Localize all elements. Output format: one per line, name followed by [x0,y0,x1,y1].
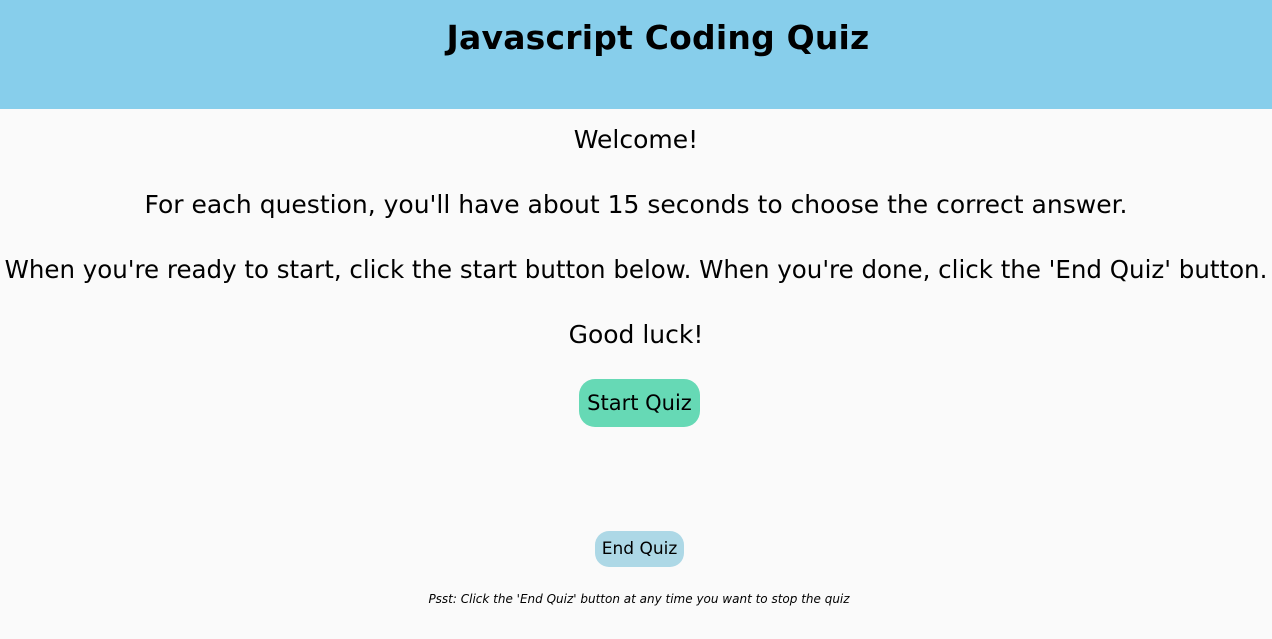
start-instructions-text: When you're ready to start, click the st… [4,255,1268,284]
start-quiz-button[interactable]: Start Quiz [579,379,700,427]
page-title: Javascript Coding Quiz [446,18,870,57]
end-quiz-button[interactable]: End Quiz [595,531,684,567]
welcome-text: Welcome! [573,125,699,154]
instructions-text: For each question, you'll have about 15 … [144,190,1128,219]
good-luck-text: Good luck! [568,320,704,349]
footer-hint: Psst: Click the 'End Quiz' button at any… [428,592,850,606]
